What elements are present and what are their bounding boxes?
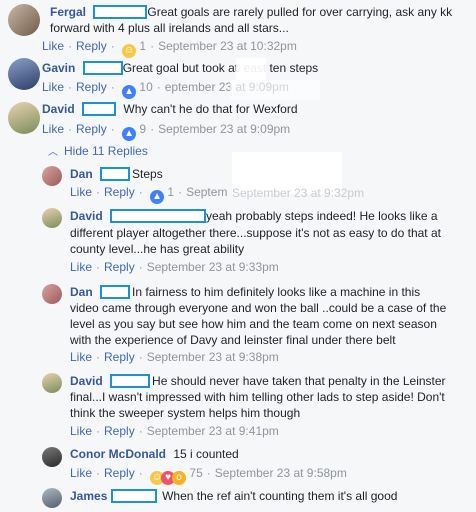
redaction <box>110 209 207 223</box>
comment-text: county level...he has great ability <box>70 242 245 256</box>
timestamp[interactable]: September 23 at 9:09pm <box>158 122 290 136</box>
redaction <box>100 285 131 299</box>
reply-link[interactable]: Reply <box>104 466 135 480</box>
obscured-region <box>236 58 266 80</box>
redaction <box>100 167 131 181</box>
like-link[interactable]: Like <box>42 122 64 136</box>
comment-text: different player altogether there...supp… <box>70 226 441 240</box>
wow-reaction-icon[interactable]: o <box>172 471 187 485</box>
comment-text: Steps <box>132 167 163 181</box>
timestamp[interactable]: September 23 at 10:32pm <box>158 39 297 53</box>
reply-link[interactable]: Reply <box>76 122 107 136</box>
haha-reaction-icon[interactable]: ☺ <box>122 44 137 58</box>
author-name[interactable]: Conor McDonald <box>70 447 166 461</box>
redaction <box>110 489 157 503</box>
comment-text: think the sweeper system helps him thoug… <box>70 406 301 420</box>
comment-text: Great goals are rarely pulled for over c… <box>147 5 453 19</box>
like-link[interactable]: Like <box>42 39 64 53</box>
avatar[interactable] <box>42 166 62 186</box>
timestamp[interactable]: September 23 at 9:38pm <box>147 350 279 364</box>
reply-link[interactable]: Reply <box>104 424 135 438</box>
reaction-count[interactable]: 1 <box>139 39 146 53</box>
redaction <box>110 374 151 388</box>
like-reaction-icon[interactable]: ▲ <box>122 85 137 99</box>
avatar[interactable] <box>8 4 40 36</box>
chevron-up-icon: ︿ <box>48 147 58 158</box>
timestamp[interactable]: Septem <box>186 185 227 199</box>
hide-replies-link[interactable]: ︿ Hide 11 Replies <box>48 143 148 161</box>
comment-text: 15 i counted <box>173 447 239 461</box>
author-name[interactable]: James <box>70 489 107 503</box>
like-link[interactable]: Like <box>42 80 64 94</box>
timestamp[interactable]: September 23 at 9:58pm <box>215 466 347 480</box>
reply-link[interactable]: Reply <box>104 185 135 199</box>
comment-text: final...I wasn't impressed with him tell… <box>70 390 445 404</box>
avatar[interactable] <box>42 373 62 393</box>
like-reaction-icon[interactable]: ▲ <box>122 127 137 141</box>
comment-text: yeah probably steps indeed! He looks lik… <box>206 209 438 223</box>
author-name[interactable]: Gavin <box>42 61 75 75</box>
like-link[interactable]: Like <box>70 350 92 364</box>
reaction-count[interactable]: 75 <box>189 466 202 480</box>
comment-text: forward with 4 plus all irelands and all… <box>50 21 289 35</box>
like-link[interactable]: Like <box>70 260 92 274</box>
comment-text: When the ref ain't counting them it's al… <box>162 489 398 503</box>
author-name[interactable]: David <box>70 374 103 388</box>
reply-link[interactable]: Reply <box>76 80 107 94</box>
avatar[interactable] <box>42 284 62 304</box>
like-reaction-icon[interactable]: ▲ <box>150 190 165 204</box>
reaction-count[interactable]: 1 <box>167 185 174 199</box>
avatar[interactable] <box>42 488 62 508</box>
reply-link[interactable]: Reply <box>76 39 107 53</box>
comment-text: Great goal but took at <box>122 61 239 75</box>
author-name[interactable]: David <box>70 209 103 223</box>
comment-text: Why can't he do that for Wexford <box>123 102 298 116</box>
comment-text: video came through everyone and won the … <box>70 301 447 315</box>
reaction-count[interactable]: 9 <box>139 122 146 136</box>
obscured-region <box>230 80 320 100</box>
timestamp[interactable]: September 23 at 9:33pm <box>147 260 279 274</box>
author-name[interactable]: David <box>42 102 75 116</box>
comment-text: He should never have taken that penalty … <box>152 374 446 388</box>
timestamp[interactable]: September 23 at 9:41pm <box>147 424 279 438</box>
avatar[interactable] <box>8 102 40 134</box>
author-name[interactable]: Fergal <box>50 5 86 19</box>
like-link[interactable]: Like <box>70 185 92 199</box>
reply-link[interactable]: Reply <box>104 350 135 364</box>
avatar[interactable] <box>42 208 62 228</box>
comment-text: level as you say but see how him and the… <box>70 317 437 331</box>
author-name[interactable]: Dan <box>70 167 93 181</box>
author-name[interactable]: Dan <box>70 285 93 299</box>
like-link[interactable]: Like <box>70 424 92 438</box>
timestamp-faded: September 23 at 9:32pm <box>232 186 365 200</box>
avatar[interactable] <box>8 58 40 90</box>
redaction <box>82 61 123 75</box>
reply-link[interactable]: Reply <box>104 260 135 274</box>
avatar[interactable] <box>42 447 62 467</box>
reaction-count[interactable]: 10 <box>139 80 152 94</box>
comment-text: with the experience of Davy and leinster… <box>70 333 396 347</box>
redaction <box>93 5 148 19</box>
like-link[interactable]: Like <box>70 466 92 480</box>
comment-text: In fairness to him definitely looks like… <box>132 285 421 299</box>
redaction <box>82 102 117 116</box>
